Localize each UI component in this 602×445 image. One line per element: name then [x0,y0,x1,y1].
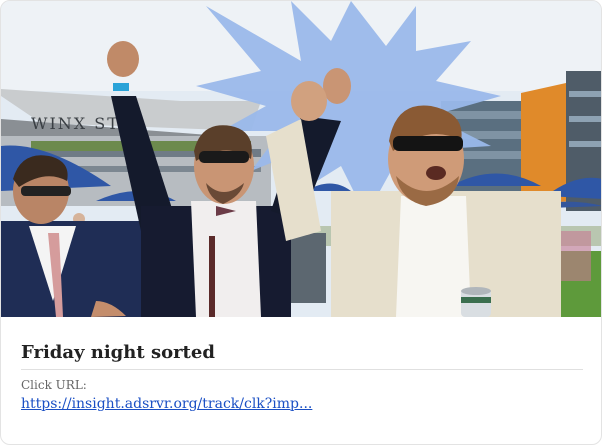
ad-hero-image[interactable]: WINX STA [1,1,601,317]
ad-card[interactable]: WINX STA Friday night sorted Click URL: … [0,0,602,445]
click-url-link[interactable]: https://insight.adsrvr.org/track/clk?imp… [21,396,583,412]
ad-headline[interactable]: Friday night sorted [21,342,583,370]
ad-body: Friday night sorted Click URL: https://i… [21,317,583,412]
click-url-label: Click URL: [21,378,87,392]
